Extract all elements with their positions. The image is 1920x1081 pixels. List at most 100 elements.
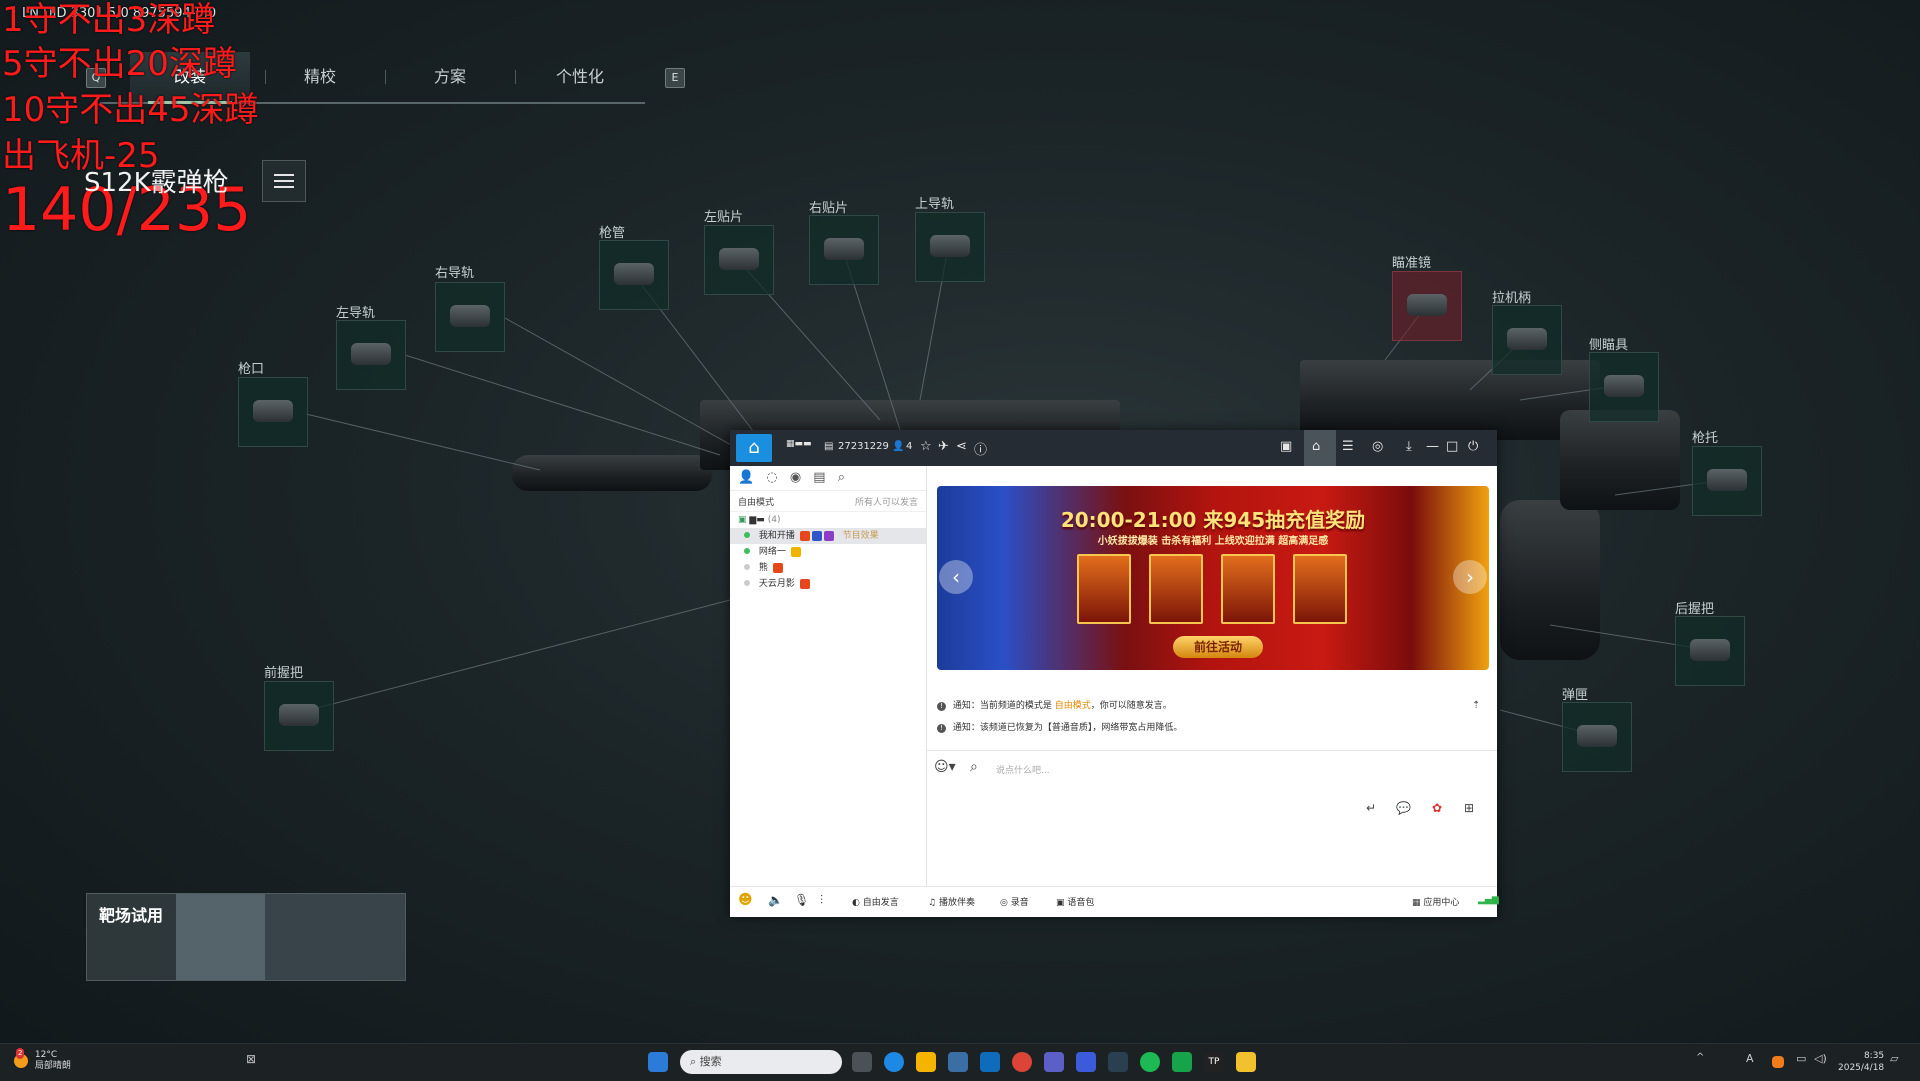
outlook-icon[interactable] bbox=[980, 1052, 1000, 1072]
yy-app-icon[interactable] bbox=[1236, 1052, 1256, 1072]
pin-top-icon[interactable]: ⇡ bbox=[1472, 700, 1480, 711]
taskbar-clock[interactable]: 8:35 2025/4/18 bbox=[1838, 1050, 1884, 1074]
slot-charging-handle[interactable] bbox=[1492, 305, 1562, 375]
location-icon[interactable]: ◉ bbox=[790, 470, 801, 485]
widgets-icon[interactable]: ⊠ bbox=[246, 1052, 266, 1072]
range-trial-button[interactable]: 靶场试用 bbox=[86, 893, 406, 981]
slot-left-rail[interactable] bbox=[336, 320, 406, 390]
slot-barrel[interactable] bbox=[599, 240, 669, 310]
board-icon[interactable]: ▤ bbox=[813, 470, 825, 485]
emoji-icon[interactable]: ☺▾ bbox=[934, 759, 956, 775]
download-icon[interactable]: ⤓ bbox=[1406, 439, 1412, 454]
yy-logo-icon[interactable]: ⌂ bbox=[736, 434, 772, 462]
slot-magazine[interactable] bbox=[1562, 702, 1632, 772]
voice-pack-button[interactable]: ▣ 语音包 bbox=[1056, 895, 1094, 908]
list-panel-icon[interactable]: ☰ bbox=[1342, 439, 1354, 454]
store-icon[interactable] bbox=[948, 1052, 968, 1072]
notification-icon[interactable]: ▱ bbox=[1890, 1052, 1910, 1072]
slot-fore-grip[interactable] bbox=[264, 681, 334, 751]
list-item[interactable]: 熊 bbox=[730, 560, 926, 576]
video-icon[interactable]: ▣ bbox=[1280, 439, 1292, 454]
equalizer-icon[interactable]: ⫶ bbox=[820, 893, 823, 908]
slot-label-left-rail: 左导轨 bbox=[336, 306, 376, 321]
slot-right-rail[interactable] bbox=[435, 282, 505, 352]
banner-title: 20:00-21:00 来945抽充值奖励 bbox=[1060, 508, 1366, 532]
yy-left-toolbar: 👤 ◌ ◉ ▤ ⌕ bbox=[730, 466, 926, 491]
task-view-icon[interactable] bbox=[852, 1052, 872, 1072]
slot-top-rail[interactable] bbox=[915, 212, 985, 282]
app-icon[interactable] bbox=[1140, 1052, 1160, 1072]
record-button[interactable]: ◎ 录音 bbox=[1000, 895, 1029, 908]
yy-mode-row: 自由模式 所有人可以发言 bbox=[730, 491, 926, 512]
mic-icon[interactable]: 🎙 bbox=[794, 893, 809, 907]
bubble-icon[interactable]: 💬 bbox=[1396, 801, 1411, 815]
app-icon[interactable] bbox=[1108, 1052, 1128, 1072]
ime-icon[interactable]: A bbox=[1746, 1052, 1766, 1072]
weapon-list-button[interactable] bbox=[262, 160, 306, 202]
volume-icon[interactable]: ◁) bbox=[1814, 1052, 1834, 1072]
slot-muzzle[interactable] bbox=[238, 377, 308, 447]
info-icon[interactable]: ⓘ bbox=[974, 439, 987, 458]
yy-channel-count: (4) bbox=[767, 515, 781, 525]
weather-widget[interactable]: 12°C 局部晴朗 2 bbox=[14, 1048, 71, 1072]
network-icon[interactable]: ▭ bbox=[1796, 1052, 1816, 1072]
list-item[interactable]: 天云月影 bbox=[730, 576, 926, 592]
slot-label-magazine: 弹匣 bbox=[1562, 688, 1589, 703]
avatar-icon[interactable]: ☻ bbox=[738, 892, 753, 908]
tab-tuning[interactable]: 精校 bbox=[260, 52, 380, 102]
share-icon[interactable]: ⋖ bbox=[956, 439, 967, 454]
start-icon[interactable] bbox=[648, 1052, 668, 1072]
chat-input-area[interactable]: ☺▾ ⌕ 说点什么吧... ↵ 💬 ✿ ⊞ bbox=[926, 750, 1497, 887]
app-center-button[interactable]: ▦ 应用中心 bbox=[1412, 895, 1459, 908]
banner-go-button[interactable]: 前往活动 bbox=[1173, 636, 1263, 658]
list-item[interactable]: 网络一 bbox=[730, 544, 926, 560]
tab-personalize[interactable]: 个性化 bbox=[520, 52, 640, 102]
home-icon[interactable]: ⌂ bbox=[1312, 439, 1320, 454]
speaker-icon[interactable]: 🔈 bbox=[768, 893, 783, 907]
activity-banner[interactable]: 20:00-21:00 来945抽充值奖励 小妖拔拔爆装 击杀有福利 上线欢迎拉… bbox=[937, 486, 1489, 670]
minimize-icon[interactable]: — bbox=[1426, 439, 1439, 454]
screenshot-icon[interactable]: ⌕ bbox=[970, 759, 978, 775]
send-icon[interactable]: ↵ bbox=[1366, 801, 1376, 815]
maximize-icon[interactable]: □ bbox=[1446, 439, 1458, 454]
chrome-icon[interactable] bbox=[1012, 1052, 1032, 1072]
slot-left-patch[interactable] bbox=[704, 225, 774, 295]
slot-scope[interactable] bbox=[1392, 271, 1462, 341]
slot-rear-grip[interactable] bbox=[1675, 616, 1745, 686]
taskbar-search[interactable]: ⌕ 搜索 bbox=[680, 1050, 842, 1074]
free-speak-button[interactable]: ◐ 自由发言 bbox=[852, 895, 899, 908]
banner-next-icon[interactable]: › bbox=[1453, 560, 1487, 594]
edge-icon[interactable] bbox=[884, 1052, 904, 1072]
file-explorer-icon[interactable] bbox=[916, 1052, 936, 1072]
tab-key-right-hint: E bbox=[665, 68, 685, 88]
power-icon[interactable]: ⏻ bbox=[1468, 439, 1478, 454]
tray-app-icon[interactable] bbox=[1772, 1056, 1784, 1068]
tp-app-icon[interactable]: TP bbox=[1204, 1052, 1224, 1072]
member-name: 天云月影 bbox=[758, 579, 795, 589]
tray-expand-icon[interactable]: ^ bbox=[1696, 1052, 1716, 1072]
chat-input-placeholder: 说点什么吧... bbox=[996, 766, 1050, 776]
slot-right-patch[interactable] bbox=[809, 215, 879, 285]
yy-chat-panel: 20:00-21:00 来945抽充值奖励 小妖拔拔爆装 击杀有福利 上线欢迎拉… bbox=[926, 466, 1497, 886]
person-icon[interactable]: 👤 bbox=[738, 470, 754, 485]
flower-icon[interactable]: ✿ bbox=[1432, 801, 1442, 815]
favorite-icon[interactable]: ☆ bbox=[920, 439, 932, 454]
yy-online-count: 4 bbox=[906, 441, 913, 452]
yy-channel-root[interactable]: ▣ ▆▬ (4) bbox=[730, 512, 926, 528]
weapon-name: S12K霰弹枪 bbox=[84, 168, 229, 198]
teams-icon[interactable] bbox=[1044, 1052, 1064, 1072]
slot-side-scope[interactable] bbox=[1589, 352, 1659, 422]
music-button[interactable]: ♫ 播放伴奏 bbox=[928, 895, 975, 908]
chat-icon[interactable]: ◌ bbox=[766, 470, 777, 485]
slot-stock[interactable] bbox=[1692, 446, 1762, 516]
app-icon[interactable] bbox=[1172, 1052, 1192, 1072]
tab-plan[interactable]: 方案 bbox=[390, 52, 510, 102]
app-icon[interactable] bbox=[1076, 1052, 1096, 1072]
gift-icon[interactable]: ⊞ bbox=[1464, 801, 1474, 815]
list-item[interactable]: 我和开播 节目效果 bbox=[730, 528, 926, 544]
search-icon[interactable]: ⌕ bbox=[838, 470, 845, 485]
banner-prev-icon[interactable]: ‹ bbox=[939, 560, 973, 594]
gamepad-icon[interactable]: ◎ bbox=[1372, 439, 1383, 454]
overlay-rule-1: 1守不出3深蹲 bbox=[2, 0, 216, 40]
pin-icon[interactable]: ✈ bbox=[938, 439, 949, 454]
